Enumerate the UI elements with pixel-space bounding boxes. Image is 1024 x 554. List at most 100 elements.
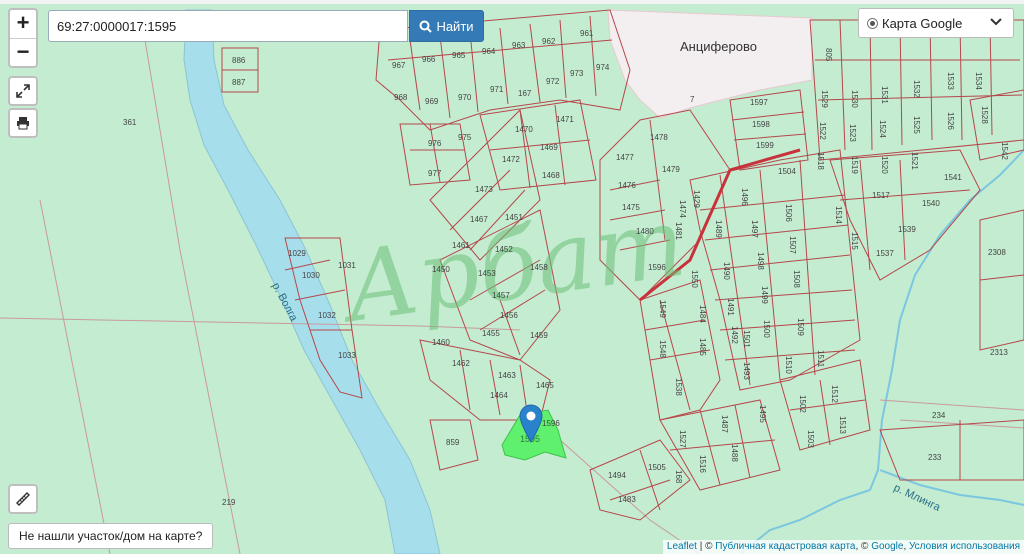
parcel-number-label: 1031 bbox=[338, 261, 356, 270]
parcel-number-label: 1485 bbox=[698, 338, 707, 356]
parcel-number-label: 1483 bbox=[618, 495, 636, 504]
ruler-button[interactable] bbox=[8, 484, 38, 514]
printer-icon bbox=[17, 117, 29, 130]
parcel-number-label: 1495 bbox=[758, 405, 767, 423]
parcel-number-label: 1498 bbox=[756, 252, 765, 270]
parcel-number-label: 1477 bbox=[616, 153, 634, 162]
parcel-number-label: 1488 bbox=[730, 444, 739, 462]
parcel-number-label: 965 bbox=[452, 51, 466, 60]
parcel-number-label: 1596 bbox=[648, 263, 666, 272]
parcel-number-label: 1490 bbox=[722, 262, 731, 280]
parcel-number-label: 1480 bbox=[636, 227, 654, 236]
parcel-number-label: 1548 bbox=[658, 340, 667, 358]
parcel-number-label: 1509 bbox=[796, 318, 805, 336]
parcel-number-label: 1462 bbox=[452, 359, 470, 368]
parcel-number-label: 2313 bbox=[990, 348, 1008, 357]
parcel-number-label: 1469 bbox=[540, 143, 558, 152]
zoom-in-button[interactable]: + bbox=[10, 10, 36, 39]
parcel-number-label: 1497 bbox=[750, 220, 759, 238]
parcel-number-label: 1032 bbox=[318, 311, 336, 320]
parcel-number-label: 1531 bbox=[880, 86, 889, 104]
map-canvas[interactable]: 1595 Арбат Анциферово р. Волга р. Млинга… bbox=[0, 0, 1024, 554]
parcel-number-label: 976 bbox=[428, 139, 442, 148]
parcel-number-label: 1540 bbox=[922, 199, 940, 208]
parcel-number-label: 219 bbox=[222, 498, 236, 507]
parcel-number-label: 1537 bbox=[876, 249, 894, 258]
fullscreen-button[interactable] bbox=[8, 76, 38, 106]
parcel-number-label: 969 bbox=[425, 97, 439, 106]
parcel-number-label: 1599 bbox=[756, 141, 774, 150]
parcel-number-label: 887 bbox=[232, 78, 246, 87]
parcel-number-label: 1528 bbox=[980, 106, 989, 124]
attribution: Leaflet | © Публичная кадастровая карта,… bbox=[662, 540, 1024, 554]
parcel-number-label: 1471 bbox=[556, 115, 574, 124]
not-found-button[interactable]: Не нашли участок/дом на карте? bbox=[8, 523, 214, 549]
google-link[interactable]: Google bbox=[871, 541, 903, 552]
parcel-number-label: 805 bbox=[824, 48, 833, 62]
parcel-number-label: 970 bbox=[458, 93, 472, 102]
parcel-number-label: 361 bbox=[123, 118, 137, 127]
parcel-number-label: 1460 bbox=[432, 338, 450, 347]
parcel-number-label: 968 bbox=[394, 93, 408, 102]
parcel-number-label: 1508 bbox=[792, 270, 801, 288]
village-area bbox=[607, 9, 813, 119]
parcel-number-label: 1530 bbox=[850, 90, 859, 108]
attribution-sep: | © bbox=[696, 541, 716, 552]
parcel-number-label: 1516 bbox=[698, 455, 707, 473]
parcel-number-label: 1538 bbox=[674, 378, 683, 396]
leaflet-link[interactable]: Leaflet bbox=[667, 541, 697, 552]
terms-link[interactable]: Условия использования bbox=[909, 541, 1020, 552]
ruler-icon bbox=[16, 492, 30, 506]
parcel-number-label: 1532 bbox=[912, 80, 921, 98]
parcel-number-label: 1501 bbox=[742, 330, 751, 348]
parcel-number-label: 1504 bbox=[778, 167, 796, 176]
search-icon bbox=[419, 20, 433, 33]
parcel-number-label: 1463 bbox=[498, 371, 516, 380]
parcel-number-label: 1513 bbox=[838, 416, 847, 434]
parcel-number-label: 1550 bbox=[690, 270, 699, 288]
parcel-number-label: 1514 bbox=[834, 206, 843, 224]
parcel-number-label: 886 bbox=[232, 56, 246, 65]
parcel-number-label: 1453 bbox=[478, 269, 496, 278]
parcel-number-label: 1518 bbox=[816, 152, 825, 170]
parcel-number-label: 1502 bbox=[798, 395, 807, 413]
parcel-number-label: 168 bbox=[674, 470, 683, 484]
zoom-out-button[interactable]: − bbox=[10, 39, 36, 67]
parcel-number-label: 1512 bbox=[830, 385, 839, 403]
parcel-number-label: 967 bbox=[392, 61, 406, 70]
zoom-control: + − bbox=[8, 8, 38, 68]
radio-icon bbox=[867, 17, 878, 29]
parcel-number-label: 1455 bbox=[482, 329, 500, 338]
parcel-number-label: 1461 bbox=[452, 241, 470, 250]
parcel-number-label: 1539 bbox=[898, 225, 916, 234]
parcel-number-label: 1458 bbox=[530, 263, 548, 272]
parcel-number-label: 167 bbox=[518, 89, 532, 98]
parcel-number-label: 1510 bbox=[784, 356, 793, 374]
parcel-number-label: 1478 bbox=[650, 133, 668, 142]
parcel-number-label: 1475 bbox=[622, 203, 640, 212]
parcel-number-label: 234 bbox=[932, 411, 946, 420]
find-button[interactable]: Найти bbox=[409, 10, 484, 42]
parcel-number-label: 1492 bbox=[730, 326, 739, 344]
parcel-number-label: 1452 bbox=[495, 245, 513, 254]
parcel-number-label: 1470 bbox=[515, 125, 533, 134]
parcel-number-label: 1474 bbox=[678, 200, 687, 218]
mlinga-river bbox=[739, 149, 1024, 554]
cadastral-search-input[interactable] bbox=[48, 10, 408, 42]
parcel-number-label: 1459 bbox=[530, 331, 548, 340]
layer-select[interactable]: Карта Google bbox=[858, 8, 1014, 38]
parcel-number-label: 1491 bbox=[726, 298, 735, 316]
parcel-number-label: 1493 bbox=[742, 362, 751, 380]
parcel-number-label: 1596 bbox=[542, 419, 560, 428]
parcel-number-label: 1457 bbox=[492, 291, 510, 300]
parcel-number-label: 1529 bbox=[820, 90, 829, 108]
layer-select-value: Карта Google bbox=[882, 15, 963, 31]
parcel-number-label: 975 bbox=[458, 133, 472, 142]
parcel-number-label: 1542 bbox=[1000, 142, 1009, 160]
parcel-number-label: 1517 bbox=[872, 191, 890, 200]
parcel-number-label: 964 bbox=[482, 47, 496, 56]
parcel-number-label: 1481 bbox=[674, 222, 683, 240]
cadastral-link[interactable]: Публичная кадастровая карта bbox=[715, 541, 855, 552]
print-button[interactable] bbox=[8, 108, 38, 138]
parcel-number-label: 971 bbox=[490, 85, 504, 94]
